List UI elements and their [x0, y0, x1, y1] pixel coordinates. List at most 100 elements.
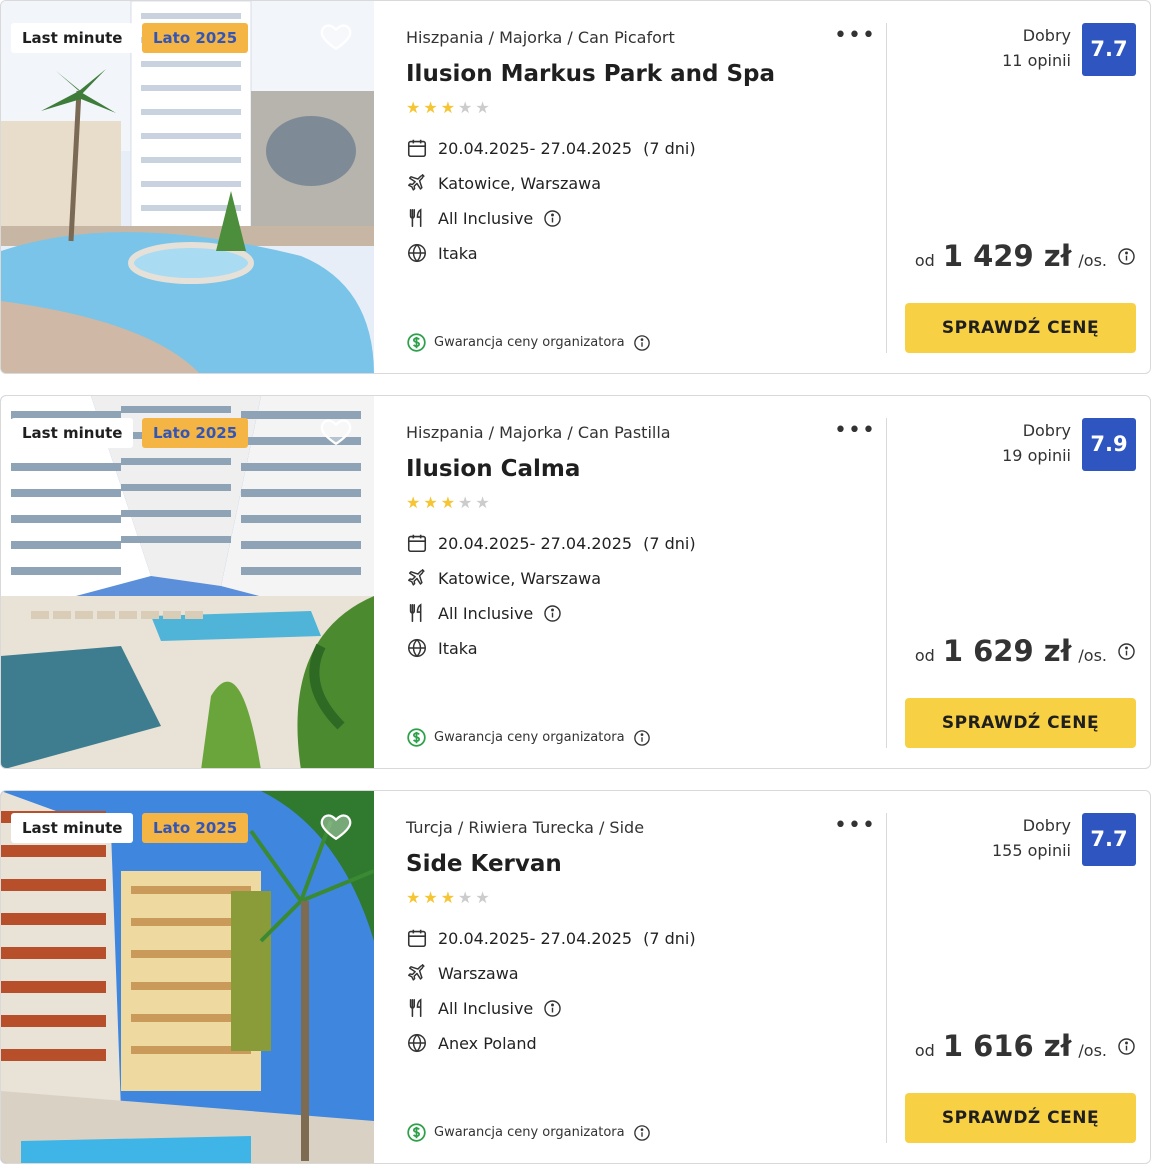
board-row: All Inclusive: [406, 207, 562, 229]
dates-text: 20.04.2025- 27.04.2025: [438, 533, 633, 553]
last-minute-badge: Last minute: [11, 813, 134, 843]
dates-row: 20.04.2025- 27.04.2025 (7 dni): [406, 927, 696, 949]
board-row: All Inclusive: [406, 997, 562, 1019]
season-badge: Lato 2025: [142, 418, 249, 448]
guarantee-info-icon[interactable]: [633, 334, 651, 352]
favorite-heart-icon[interactable]: [319, 19, 353, 53]
star-filled-icon: ★: [440, 888, 456, 907]
price-suffix: /os.: [1078, 251, 1107, 270]
hotel-name[interactable]: Ilusion Calma: [406, 456, 580, 482]
board-info-icon[interactable]: [543, 209, 562, 228]
dollar-circle-icon: [406, 1122, 427, 1143]
price-guarantee: Gwarancja ceny organizatora: [406, 332, 651, 353]
operator-text: Anex Poland: [438, 1033, 537, 1053]
star-filled-icon: ★: [406, 493, 421, 512]
star-filled-icon: ★: [423, 493, 438, 512]
operator-text: Itaka: [438, 243, 478, 263]
price-panel: Dobry 155 opinii 7.7 od 1 616 zł /os. SP…: [901, 791, 1136, 1163]
cutlery-icon: [406, 997, 428, 1019]
dates-row: 20.04.2025- 27.04.2025 (7 dni): [406, 532, 696, 554]
star-empty-icon: ★: [475, 98, 490, 117]
dates-text: 20.04.2025- 27.04.2025: [438, 928, 633, 948]
guarantee-text: Gwarancja ceny organizatora: [434, 730, 625, 745]
hotel-photo[interactable]: [1, 1, 374, 373]
price-info-icon[interactable]: [1117, 1037, 1136, 1056]
destination-breadcrumb[interactable]: Hiszpania / Majorka / Can Picafort: [406, 28, 675, 47]
calendar-icon: [406, 927, 428, 949]
globe-icon: [406, 242, 428, 264]
favorite-heart-icon[interactable]: [319, 809, 353, 843]
rating-label: Dobry: [1022, 816, 1071, 835]
offer-card[interactable]: Last minute Lato 2025 Hiszpania / Majork…: [0, 395, 1151, 769]
reviews-count[interactable]: 19 opinii: [1002, 446, 1071, 465]
star-filled-icon: ★: [406, 98, 421, 117]
price-guarantee: Gwarancja ceny organizatora: [406, 1122, 651, 1143]
star-empty-icon: ★: [458, 98, 473, 117]
reviews-count[interactable]: 11 opinii: [1002, 51, 1071, 70]
price-panel: Dobry 11 opinii 7.7 od 1 429 zł /os. SPR…: [901, 1, 1136, 373]
offer-details: Hiszpania / Majorka / Can Picafort ••• I…: [406, 1, 876, 373]
price-panel: Dobry 19 opinii 7.9 od 1 629 zł /os. SPR…: [901, 396, 1136, 768]
destination-breadcrumb[interactable]: Hiszpania / Majorka / Can Pastilla: [406, 423, 671, 442]
season-badge: Lato 2025: [142, 23, 249, 53]
guarantee-info-icon[interactable]: [633, 1124, 651, 1142]
departure-text: Katowice, Warszawa: [438, 173, 602, 193]
hotel-photo[interactable]: [1, 791, 374, 1163]
price-info-icon[interactable]: [1117, 642, 1136, 661]
price-prefix: od: [914, 646, 935, 665]
price-row: od 1 629 zł /os.: [915, 634, 1136, 668]
offer-card[interactable]: Last minute Lato 2025 Hiszpania / Majork…: [0, 0, 1151, 374]
destination-breadcrumb[interactable]: Turcja / Riwiera Turecka / Side: [406, 818, 644, 837]
more-options-icon[interactable]: •••: [834, 815, 876, 837]
hotel-stars: ★ ★ ★ ★ ★: [406, 98, 493, 117]
rating-label: Dobry: [1022, 421, 1071, 440]
board-text: All Inclusive: [438, 208, 534, 228]
price-prefix: od: [914, 1041, 935, 1060]
rating-score-badge: 7.7: [1082, 813, 1136, 866]
card-divider: [886, 418, 887, 748]
price-info-icon[interactable]: [1117, 247, 1136, 266]
check-price-button[interactable]: SPRAWDŹ CENĘ: [905, 1093, 1136, 1143]
calendar-icon: [406, 137, 428, 159]
hotel-stars: ★ ★ ★ ★ ★: [406, 888, 493, 907]
more-options-icon[interactable]: •••: [834, 25, 876, 47]
departure-row: Katowice, Warszawa: [406, 567, 601, 589]
offer-details: Turcja / Riwiera Turecka / Side ••• Side…: [406, 791, 876, 1163]
departure-row: Warszawa: [406, 962, 519, 984]
reviews-count[interactable]: 155 opinii: [992, 841, 1071, 860]
hotel-name[interactable]: Side Kervan: [406, 851, 562, 877]
more-options-icon[interactable]: •••: [834, 420, 876, 442]
globe-icon: [406, 637, 428, 659]
check-price-button[interactable]: SPRAWDŹ CENĘ: [905, 303, 1136, 353]
guarantee-text: Gwarancja ceny organizatora: [434, 1125, 625, 1140]
price-row: od 1 616 zł /os.: [915, 1029, 1136, 1063]
board-info-icon[interactable]: [543, 999, 562, 1018]
star-filled-icon: ★: [423, 888, 438, 907]
rating-label: Dobry: [1022, 26, 1071, 45]
rating-score-badge: 7.7: [1082, 23, 1136, 76]
operator-row: Itaka: [406, 242, 478, 264]
plane-icon: [406, 962, 428, 984]
hotel-name[interactable]: Ilusion Markus Park and Spa: [406, 61, 775, 87]
hotel-photo[interactable]: [1, 396, 374, 768]
favorite-heart-icon[interactable]: [319, 414, 353, 448]
departure-text: Warszawa: [438, 963, 519, 983]
check-price-button[interactable]: SPRAWDŹ CENĘ: [905, 698, 1136, 748]
calendar-icon: [406, 532, 428, 554]
dollar-circle-icon: [406, 727, 427, 748]
departure-text: Katowice, Warszawa: [438, 568, 602, 588]
offer-card[interactable]: Last minute Lato 2025 Turcja / Riwiera T…: [0, 790, 1151, 1164]
price-row: od 1 429 zł /os.: [915, 239, 1136, 273]
board-info-icon[interactable]: [543, 604, 562, 623]
operator-row: Anex Poland: [406, 1032, 537, 1054]
season-badge: Lato 2025: [142, 813, 249, 843]
price-suffix: /os.: [1078, 646, 1107, 665]
dates-row: 20.04.2025- 27.04.2025 (7 dni): [406, 137, 696, 159]
star-filled-icon: ★: [440, 493, 456, 512]
board-row: All Inclusive: [406, 602, 562, 624]
duration-text: (7 dni): [643, 533, 696, 553]
price-amount: 1 429 zł: [942, 239, 1072, 273]
cutlery-icon: [406, 207, 428, 229]
guarantee-info-icon[interactable]: [633, 729, 651, 747]
operator-text: Itaka: [438, 638, 478, 658]
